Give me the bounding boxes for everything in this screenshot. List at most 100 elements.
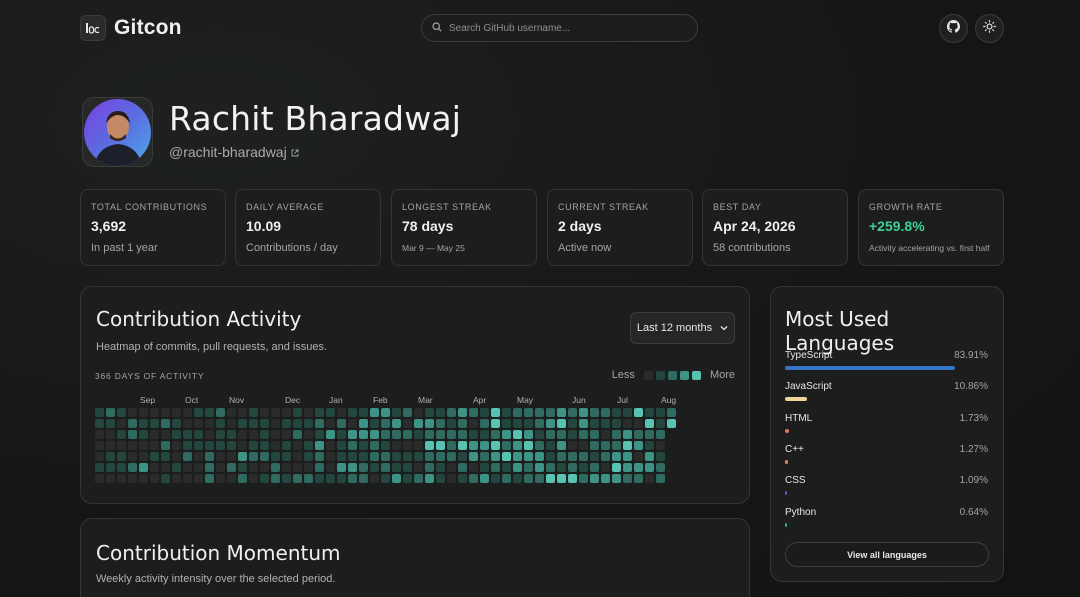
- heatmap-cell[interactable]: [337, 474, 346, 483]
- heatmap-cell[interactable]: [238, 419, 247, 428]
- heatmap-cell[interactable]: [403, 452, 412, 461]
- heatmap-cell[interactable]: [601, 452, 610, 461]
- heatmap-cell[interactable]: [568, 452, 577, 461]
- heatmap-cell[interactable]: [205, 408, 214, 417]
- heatmap-cell[interactable]: [634, 463, 643, 472]
- heatmap-cell[interactable]: [95, 430, 104, 439]
- heatmap-cell[interactable]: [535, 452, 544, 461]
- heatmap-cell[interactable]: [491, 463, 500, 472]
- heatmap-cell[interactable]: [183, 441, 192, 450]
- heatmap-cell[interactable]: [612, 452, 621, 461]
- heatmap-cell[interactable]: [260, 441, 269, 450]
- heatmap-cell[interactable]: [304, 441, 313, 450]
- heatmap-cell[interactable]: [601, 463, 610, 472]
- heatmap-cell[interactable]: [535, 441, 544, 450]
- heatmap-cell[interactable]: [612, 408, 621, 417]
- heatmap-cell[interactable]: [326, 430, 335, 439]
- heatmap-cell[interactable]: [436, 430, 445, 439]
- heatmap-cell[interactable]: [469, 408, 478, 417]
- heatmap-cell[interactable]: [337, 419, 346, 428]
- heatmap-cell[interactable]: [150, 419, 159, 428]
- heatmap-cell[interactable]: [293, 441, 302, 450]
- heatmap-cell[interactable]: [480, 419, 489, 428]
- heatmap-cell[interactable]: [557, 419, 566, 428]
- heatmap-cell[interactable]: [447, 452, 456, 461]
- heatmap-cell[interactable]: [392, 441, 401, 450]
- heatmap-cell[interactable]: [480, 463, 489, 472]
- heatmap-cell[interactable]: [546, 430, 555, 439]
- heatmap-cell[interactable]: [546, 419, 555, 428]
- heatmap-cell[interactable]: [172, 463, 181, 472]
- heatmap-cell[interactable]: [579, 474, 588, 483]
- heatmap-cell[interactable]: [106, 463, 115, 472]
- heatmap-cell[interactable]: [491, 419, 500, 428]
- heatmap-cell[interactable]: [216, 419, 225, 428]
- heatmap-cell[interactable]: [260, 452, 269, 461]
- heatmap-cell[interactable]: [326, 419, 335, 428]
- heatmap-cell[interactable]: [634, 452, 643, 461]
- heatmap-cell[interactable]: [194, 441, 203, 450]
- heatmap-cell[interactable]: [150, 474, 159, 483]
- heatmap-cell[interactable]: [227, 441, 236, 450]
- heatmap-cell[interactable]: [381, 474, 390, 483]
- heatmap-cell[interactable]: [458, 419, 467, 428]
- heatmap-cell[interactable]: [502, 408, 511, 417]
- heatmap-cell[interactable]: [623, 452, 632, 461]
- search-box[interactable]: [421, 14, 698, 42]
- heatmap-cell[interactable]: [392, 452, 401, 461]
- heatmap-cell[interactable]: [194, 430, 203, 439]
- heatmap-cell[interactable]: [524, 452, 533, 461]
- heatmap-cell[interactable]: [436, 452, 445, 461]
- heatmap-cell[interactable]: [172, 419, 181, 428]
- heatmap-cell[interactable]: [568, 419, 577, 428]
- heatmap-cell[interactable]: [315, 408, 324, 417]
- heatmap-cell[interactable]: [524, 419, 533, 428]
- heatmap-cell[interactable]: [348, 430, 357, 439]
- heatmap-cell[interactable]: [117, 441, 126, 450]
- heatmap-cell[interactable]: [381, 463, 390, 472]
- heatmap-cell[interactable]: [128, 463, 137, 472]
- github-button[interactable]: [939, 14, 968, 43]
- heatmap-cell[interactable]: [458, 408, 467, 417]
- heatmap-cell[interactable]: [128, 408, 137, 417]
- heatmap-cell[interactable]: [414, 463, 423, 472]
- heatmap-cell[interactable]: [370, 452, 379, 461]
- heatmap-cell[interactable]: [436, 419, 445, 428]
- heatmap-cell[interactable]: [645, 430, 654, 439]
- heatmap-cell[interactable]: [161, 408, 170, 417]
- heatmap-cell[interactable]: [315, 463, 324, 472]
- heatmap-cell[interactable]: [117, 474, 126, 483]
- heatmap-cell[interactable]: [568, 463, 577, 472]
- heatmap-cell[interactable]: [392, 419, 401, 428]
- heatmap-cell[interactable]: [568, 408, 577, 417]
- heatmap-cell[interactable]: [480, 452, 489, 461]
- heatmap-cell[interactable]: [502, 419, 511, 428]
- heatmap-cell[interactable]: [359, 441, 368, 450]
- heatmap-cell[interactable]: [612, 474, 621, 483]
- heatmap-cell[interactable]: [579, 430, 588, 439]
- heatmap-cell[interactable]: [403, 430, 412, 439]
- heatmap-cell[interactable]: [447, 463, 456, 472]
- heatmap-cell[interactable]: [271, 463, 280, 472]
- heatmap-cell[interactable]: [326, 441, 335, 450]
- heatmap-cell[interactable]: [425, 474, 434, 483]
- heatmap-cell[interactable]: [260, 474, 269, 483]
- heatmap-cell[interactable]: [238, 474, 247, 483]
- heatmap-cell[interactable]: [645, 408, 654, 417]
- heatmap-cell[interactable]: [425, 452, 434, 461]
- heatmap-cell[interactable]: [469, 419, 478, 428]
- heatmap-cell[interactable]: [381, 452, 390, 461]
- heatmap-cell[interactable]: [546, 441, 555, 450]
- heatmap-cell[interactable]: [458, 474, 467, 483]
- heatmap-cell[interactable]: [161, 430, 170, 439]
- heatmap-cell[interactable]: [513, 452, 522, 461]
- heatmap-cell[interactable]: [491, 408, 500, 417]
- heatmap-cell[interactable]: [216, 463, 225, 472]
- heatmap-cell[interactable]: [502, 441, 511, 450]
- heatmap-cell[interactable]: [425, 430, 434, 439]
- heatmap-cell[interactable]: [95, 452, 104, 461]
- heatmap-cell[interactable]: [513, 441, 522, 450]
- heatmap-cell[interactable]: [601, 408, 610, 417]
- heatmap-cell[interactable]: [260, 463, 269, 472]
- heatmap-cell[interactable]: [359, 408, 368, 417]
